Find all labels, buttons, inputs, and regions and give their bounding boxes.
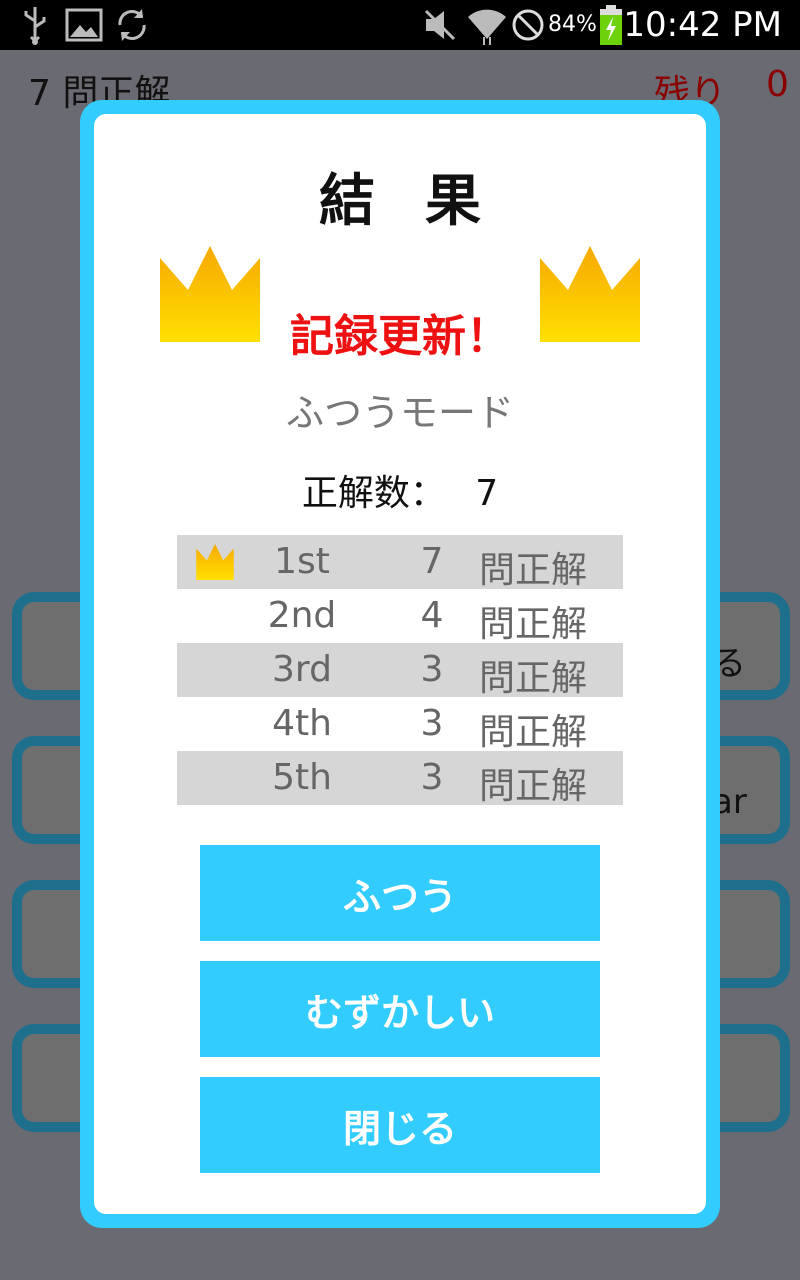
rank-unit: 問正解 bbox=[479, 658, 588, 699]
rank-score: 4 bbox=[420, 595, 444, 636]
status-time: 10:42 PM bbox=[623, 5, 782, 45]
hard-mode-button[interactable]: むずかしい bbox=[200, 961, 600, 1057]
result-dialog-body: 結果 記録更新！ ふつうモード 正解数： 7 1st 7 問正解 2nd 4 問… bbox=[94, 114, 706, 1214]
background-remain-value: 0 bbox=[766, 64, 789, 105]
crown-icon bbox=[195, 544, 235, 589]
rank-place: 1st bbox=[274, 541, 330, 582]
sync-icon bbox=[112, 5, 152, 45]
result-dialog: 結果 記録更新！ ふつうモード 正解数： 7 1st 7 問正解 2nd 4 問… bbox=[80, 100, 720, 1228]
battery-charging-icon bbox=[598, 5, 624, 45]
rank-unit: 問正解 bbox=[479, 712, 588, 753]
correct-count: 正解数： 7 bbox=[94, 464, 706, 516]
wifi-icon bbox=[466, 5, 508, 45]
no-sim-icon bbox=[510, 5, 546, 45]
close-button[interactable]: 閉じる bbox=[200, 1077, 600, 1173]
dialog-title: 結果 bbox=[319, 169, 531, 234]
rank-place: 4th bbox=[272, 703, 332, 744]
ranking-row: 3rd 3 問正解 bbox=[177, 643, 623, 699]
mode-label: ふつうモード bbox=[285, 391, 514, 435]
rank-unit: 問正解 bbox=[479, 604, 588, 645]
correct-count-value: 7 bbox=[475, 473, 499, 514]
rank-place: 2nd bbox=[267, 595, 337, 636]
rank-score: 7 bbox=[420, 541, 444, 582]
usb-icon bbox=[20, 5, 50, 45]
correct-count-label: 正解数： bbox=[301, 473, 446, 514]
rank-score: 3 bbox=[420, 703, 444, 744]
ranking-table: 1st 7 問正解 2nd 4 問正解 3rd 3 問正解 4th 3 問正解 … bbox=[177, 535, 623, 807]
ranking-row: 5th 3 問正解 bbox=[177, 751, 623, 807]
normal-mode-button[interactable]: ふつう bbox=[200, 845, 600, 941]
rank-unit: 問正解 bbox=[479, 766, 588, 807]
rank-place: 5th bbox=[272, 757, 332, 798]
record-update-text: 記録更新！ bbox=[290, 311, 510, 362]
rank-unit: 問正解 bbox=[479, 550, 588, 591]
ranking-row: 2nd 4 問正解 bbox=[177, 589, 623, 645]
ranking-row: 4th 3 問正解 bbox=[177, 697, 623, 753]
image-icon bbox=[64, 5, 104, 45]
ranking-row: 1st 7 問正解 bbox=[177, 535, 623, 591]
rank-place: 3rd bbox=[272, 649, 332, 690]
battery-percent: 84% bbox=[548, 12, 597, 37]
rank-score: 3 bbox=[420, 757, 444, 798]
status-bar: 84% 10:42 PM bbox=[0, 0, 800, 50]
rank-score: 3 bbox=[420, 649, 444, 690]
mute-icon bbox=[420, 5, 460, 45]
